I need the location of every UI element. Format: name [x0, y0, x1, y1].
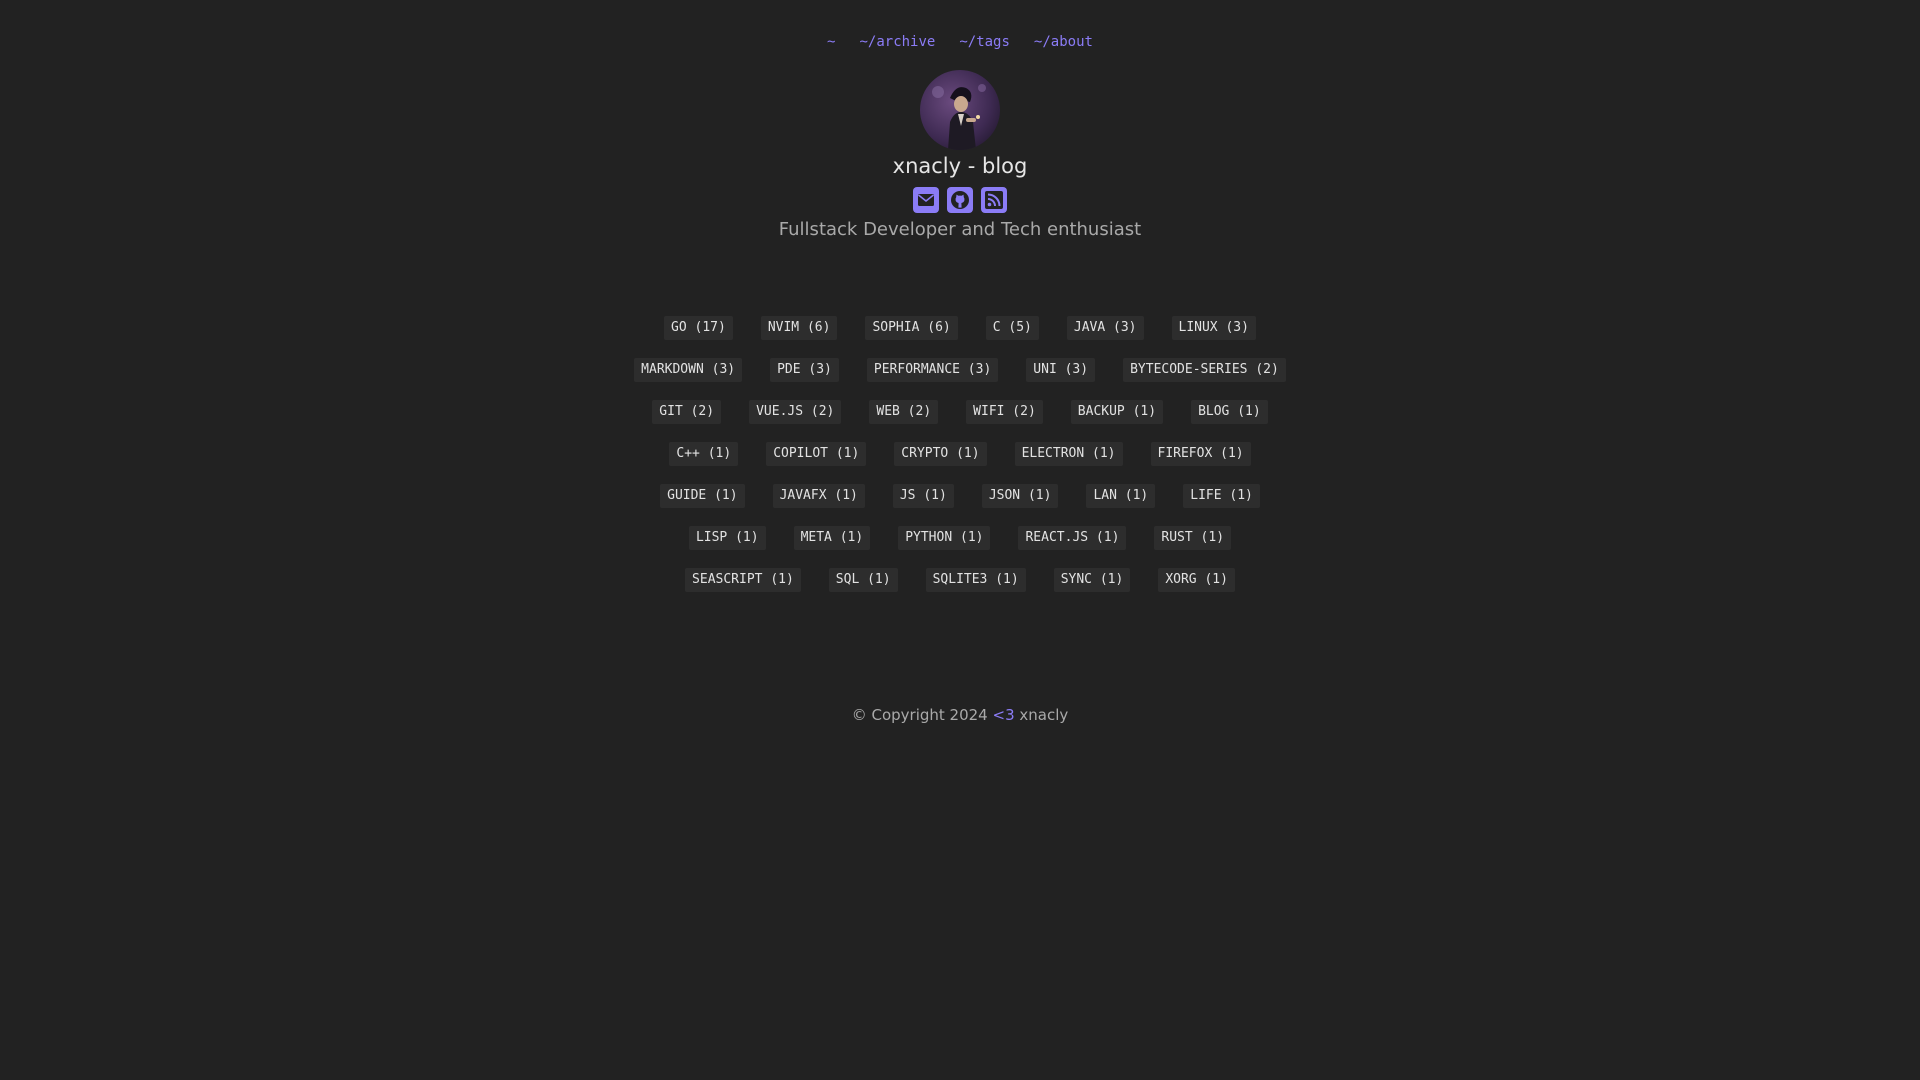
- heart-link[interactable]: <3: [993, 706, 1015, 724]
- tag-lan[interactable]: LAN (1): [1086, 484, 1156, 508]
- tag-wifi[interactable]: WIFI (2): [966, 400, 1043, 424]
- tag-git[interactable]: GIT (2): [652, 400, 722, 424]
- top-nav: ~ ~/archive ~/tags ~/about: [0, 34, 1920, 50]
- nav-home-link[interactable]: ~: [815, 34, 847, 50]
- tag-markdown[interactable]: MARKDOWN (3): [634, 358, 743, 382]
- social-links: [0, 187, 1920, 213]
- tag-uni[interactable]: UNI (3): [1026, 358, 1096, 382]
- copyright-text: © Copyright 2024: [851, 706, 988, 724]
- tag-json[interactable]: JSON (1): [981, 484, 1059, 508]
- site-title: xnacly - blog: [892, 154, 1028, 178]
- tag-copilot[interactable]: COPILOT (1): [766, 442, 867, 466]
- tag-firefox[interactable]: FIREFOX (1): [1150, 442, 1251, 466]
- tag-row: SEASCRIPT (1) SQL (1) SQLITE3 (1) SYNC (…: [685, 568, 1235, 592]
- tag-row: GIT (2) VUE.JS (2) WEB (2) WIFI (2) BACK…: [652, 400, 1268, 424]
- tag-cloud: GO (17) NVIM (6) SOPHIA (6) C (5) JAVA (…: [600, 316, 1320, 592]
- footer: © Copyright 2024 <3 xnacly: [0, 706, 1920, 724]
- tag-js[interactable]: JS (1): [892, 484, 954, 508]
- tag-electron[interactable]: ELECTRON (1): [1014, 442, 1123, 466]
- nav-about-link[interactable]: ~/about: [1022, 34, 1105, 50]
- tag-seascript[interactable]: SEASCRIPT (1): [685, 568, 801, 592]
- tag-c[interactable]: C (5): [985, 316, 1039, 340]
- tag-sophia[interactable]: SOPHIA (6): [865, 316, 958, 340]
- tag-guide[interactable]: GUIDE (1): [660, 484, 745, 508]
- tag-meta[interactable]: META (1): [793, 526, 871, 550]
- github-button[interactable]: [947, 187, 973, 213]
- tag-python[interactable]: PYTHON (1): [898, 526, 991, 550]
- tag-javafx[interactable]: JAVAFX (1): [772, 484, 865, 508]
- github-icon: [951, 191, 969, 209]
- nav-tags-link[interactable]: ~/tags: [947, 34, 1022, 50]
- tag-row: LISP (1) META (1) PYTHON (1) REACT.JS (1…: [688, 526, 1232, 550]
- tag-web[interactable]: WEB (2): [869, 400, 939, 424]
- tag-nvim[interactable]: NVIM (6): [760, 316, 838, 340]
- tag-blog[interactable]: BLOG (1): [1191, 400, 1268, 424]
- tag-rust[interactable]: RUST (1): [1154, 526, 1232, 550]
- tag-row: GO (17) NVIM (6) SOPHIA (6) C (5) JAVA (…: [664, 316, 1256, 340]
- page: ~ ~/archive ~/tags ~/about xnacly - blog…: [0, 0, 1920, 1080]
- tag-java[interactable]: JAVA (3): [1066, 316, 1144, 340]
- tag-lisp[interactable]: LISP (1): [688, 526, 766, 550]
- tag-row: MARKDOWN (3) PDE (3) PERFORMANCE (3) UNI…: [634, 358, 1286, 382]
- rss-button[interactable]: [981, 187, 1007, 213]
- tag-backup[interactable]: BACKUP (1): [1070, 400, 1164, 424]
- tag-sync[interactable]: SYNC (1): [1053, 568, 1131, 592]
- tag-row: C++ (1) COPILOT (1) CRYPTO (1) ELECTRON …: [669, 442, 1251, 466]
- tag-linux[interactable]: LINUX (3): [1171, 316, 1256, 340]
- nav-archive-link[interactable]: ~/archive: [847, 34, 947, 50]
- tag-row: GUIDE (1) JAVAFX (1) JS (1) JSON (1) LAN…: [660, 484, 1260, 508]
- tag-bytecode-series[interactable]: BYTECODE-SERIES (2): [1123, 358, 1286, 382]
- footer-author: xnacly: [1019, 706, 1069, 724]
- avatar-image: [920, 70, 1000, 150]
- tag-life[interactable]: LIFE (1): [1183, 484, 1260, 508]
- tag-pde[interactable]: PDE (3): [770, 358, 839, 382]
- tag-xorg[interactable]: XORG (1): [1158, 568, 1235, 592]
- tag-vuejs[interactable]: VUE.JS (2): [749, 400, 842, 424]
- tag-crypto[interactable]: CRYPTO (1): [894, 442, 987, 466]
- tag-sqlite3[interactable]: SQLITE3 (1): [925, 568, 1026, 592]
- tag-cpp[interactable]: C++ (1): [669, 442, 739, 466]
- tag-performance[interactable]: PERFORMANCE (3): [866, 358, 999, 382]
- tagline: Fullstack Developer and Tech enthusiast: [778, 219, 1142, 240]
- avatar[interactable]: [920, 70, 1000, 150]
- tag-reactjs[interactable]: REACT.JS (1): [1018, 526, 1127, 550]
- tag-sql[interactable]: SQL (1): [828, 568, 898, 592]
- tag-go[interactable]: GO (17): [664, 316, 733, 340]
- mail-icon: [918, 194, 934, 206]
- mail-button[interactable]: [913, 187, 939, 213]
- rss-icon: [985, 191, 1003, 209]
